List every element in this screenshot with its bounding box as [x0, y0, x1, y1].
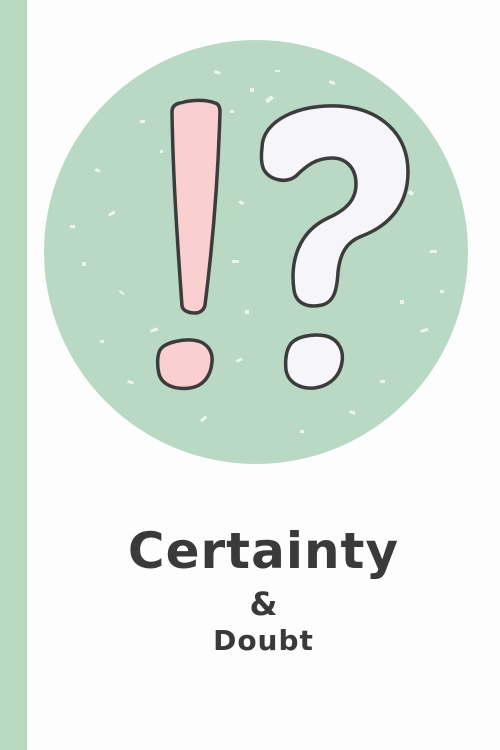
- title-ampersand: &: [249, 585, 278, 623]
- book-cover: Certainty & Doubt: [0, 0, 500, 750]
- interrobang-icon: [44, 40, 468, 464]
- question-dot: [283, 333, 345, 390]
- title-subtitle: Doubt: [213, 624, 314, 657]
- background-circle: [44, 40, 468, 464]
- cover-title: Certainty & Doubt: [27, 520, 500, 660]
- exclamation-dot: [155, 338, 214, 391]
- title-main: Certainty: [127, 522, 400, 580]
